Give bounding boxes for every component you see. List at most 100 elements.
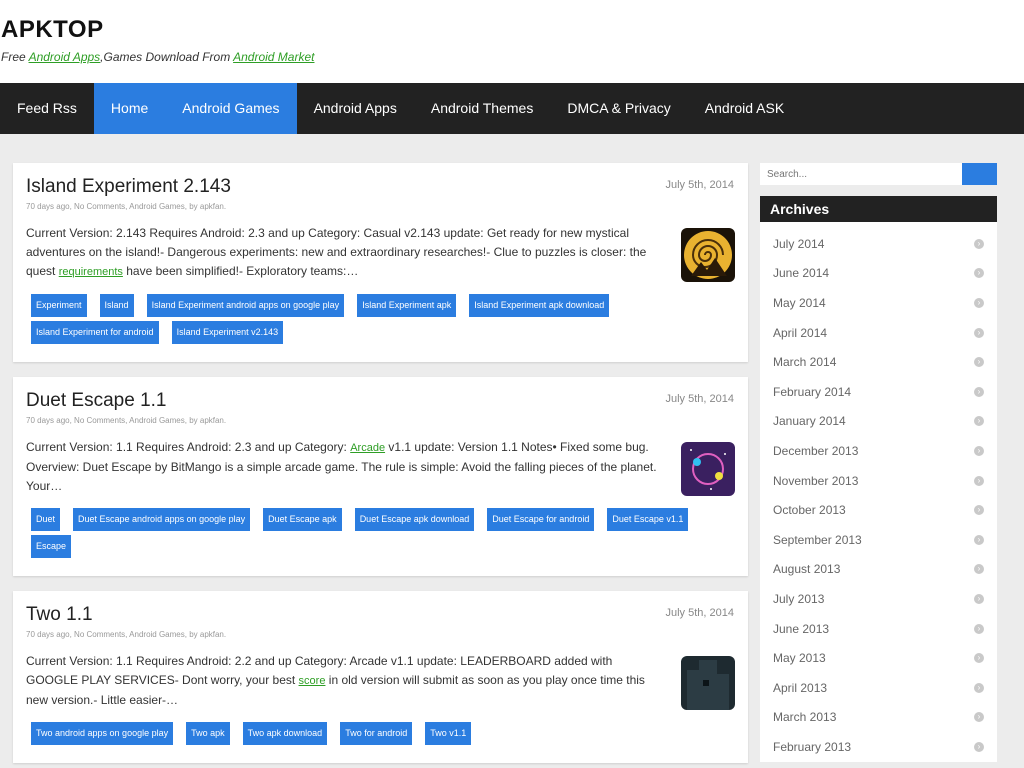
site-desc-middle: ,Games Download From [100,50,234,64]
archive-label: June 2013 [773,621,830,636]
chevron-right-icon: › [974,416,984,427]
excerpt-text: have been simplified!- Exploratory teams… [122,264,359,278]
post-meta: 70 days ago, No Comments, Android Games,… [26,416,227,425]
tag-link[interactable]: Duet Escape v1.1 [607,508,689,531]
archive-label: March 2014 [773,355,837,370]
chevron-right-icon: › [974,475,984,486]
search-input[interactable] [760,163,962,185]
archive-item[interactable]: April 2013 › [760,673,997,703]
tag-link[interactable]: Escape [31,535,72,558]
chevron-right-icon: › [974,534,984,545]
tag-link[interactable]: Island Experiment apk [357,294,457,317]
tag-link[interactable]: Island Experiment for android [31,321,159,344]
chevron-right-icon: › [974,386,984,397]
chevron-right-icon: › [974,741,984,752]
nav-android-games[interactable]: Android Games [165,83,297,134]
tag-link[interactable]: Duet Escape for android [487,508,595,531]
archive-item[interactable]: January 2014 › [760,407,997,437]
tag-link[interactable]: Experiment [31,294,87,317]
archive-item[interactable]: November 2013 › [760,466,997,496]
archive-label: May 2013 [773,651,826,666]
nav-android-ask[interactable]: Android ASK [688,83,801,134]
chevron-right-icon: › [974,445,984,456]
archive-label: August 2013 [773,562,841,577]
archive-label: March 2013 [773,710,837,725]
tag-list: Duet Duet Escape android apps on google … [26,508,735,562]
post-card: Duet Escape 1.1 July 5th, 2014 70 days a… [13,377,748,576]
main-nav: Feed Rss Home Android Games Android Apps… [0,83,1024,134]
site-description: Free Android Apps,Games Download From An… [1,50,1023,64]
two-app-icon[interactable] [681,656,735,710]
archive-label: July 2013 [773,591,825,606]
site-title[interactable]: APKTOP [1,0,1023,50]
search-button[interactable] [962,163,997,185]
archive-label: April 2014 [773,325,828,340]
nav-android-themes[interactable]: Android Themes [414,83,550,134]
archives-title: Archives [760,196,997,222]
tag-link[interactable]: Duet Escape apk [263,508,342,531]
archive-item[interactable]: July 2013 › [760,584,997,614]
duet-escape-app-icon[interactable] [681,442,735,496]
archive-item[interactable]: February 2014 › [760,377,997,407]
archive-item[interactable]: June 2014 › [760,259,997,289]
post-title[interactable]: Duet Escape 1.1 [26,390,735,415]
post-title[interactable]: Island Experiment 2.143 [26,176,735,201]
archive-item[interactable]: May 2014 › [760,288,997,318]
archive-item[interactable]: May 2013 › [760,643,997,673]
archive-label: May 2014 [773,295,826,310]
excerpt-link[interactable]: Arcade [350,442,385,454]
post-excerpt: Current Version: 2.143 Requires Android:… [26,224,681,282]
chevron-right-icon: › [974,238,984,249]
archive-item[interactable]: December 2013 › [760,436,997,466]
post-excerpt: Current Version: 1.1 Requires Android: 2… [26,438,681,496]
archive-item[interactable]: February 2013 › [760,732,997,762]
nav-home[interactable]: Home [93,83,166,134]
tag-link[interactable]: Island [99,294,134,317]
chevron-right-icon: › [974,682,984,693]
archive-label: April 2013 [773,680,828,695]
post-body: Current Version: 1.1 Requires Android: 2… [26,652,735,710]
nav-dmca-privacy[interactable]: DMCA & Privacy [550,83,687,134]
tag-link[interactable]: Two android apps on google play [31,722,174,745]
tag-link[interactable]: Two for android [340,722,413,745]
tag-link[interactable]: Duet Escape android apps on google play [73,508,251,531]
tag-link[interactable]: Duet Escape apk download [354,508,475,531]
archive-item[interactable]: March 2013 › [760,703,997,733]
archive-label: July 2014 [773,236,825,251]
archive-item[interactable]: June 2013 › [760,614,997,644]
chevron-right-icon: › [974,268,984,279]
excerpt-text: Current Version: 1.1 Requires Android: 2… [26,440,351,454]
archive-item[interactable]: August 2013 › [760,555,997,585]
archive-label: June 2014 [773,266,830,281]
post-card: Island Experiment 2.143 July 5th, 2014 7… [13,163,748,362]
tag-link[interactable]: Duet [31,508,61,531]
android-market-link[interactable]: Android Market [233,50,314,64]
archive-label: January 2014 [773,414,846,429]
archive-item[interactable]: April 2014 › [760,318,997,348]
post-card: Two 1.1 July 5th, 2014 70 days ago, No C… [13,591,748,763]
tag-link[interactable]: Two v1.1 [425,722,472,745]
tag-link[interactable]: Two apk [186,722,230,745]
tag-link[interactable]: Island Experiment android apps on google… [146,294,345,317]
archive-label: February 2014 [773,384,852,399]
archive-item[interactable]: September 2013 › [760,525,997,555]
excerpt-link[interactable]: score [299,675,326,687]
post-body: Current Version: 1.1 Requires Android: 2… [26,438,735,496]
android-apps-link[interactable]: Android Apps [29,50,101,64]
nav-android-apps[interactable]: Android Apps [297,83,414,134]
tag-link[interactable]: Island Experiment apk download [469,294,610,317]
archive-item[interactable]: July 2014 › [760,229,997,259]
archive-item[interactable]: March 2014 › [760,347,997,377]
post-title[interactable]: Two 1.1 [26,604,735,629]
tag-link[interactable]: Island Experiment v2.143 [171,321,284,344]
archive-item[interactable]: October 2013 › [760,495,997,525]
archive-label: February 2013 [773,739,852,754]
tag-link[interactable]: Two apk download [242,722,328,745]
chevron-right-icon: › [974,623,984,634]
post-meta: 70 days ago, No Comments, Android Games,… [26,630,227,639]
post-body: Current Version: 2.143 Requires Android:… [26,224,735,282]
archive-list: July 2014 › June 2014 › May 2014 › April 20… [760,222,997,762]
nav-feed-rss[interactable]: Feed Rss [0,83,94,134]
island-experiment-app-icon[interactable] [681,228,735,282]
excerpt-link[interactable]: requirements [59,266,123,278]
